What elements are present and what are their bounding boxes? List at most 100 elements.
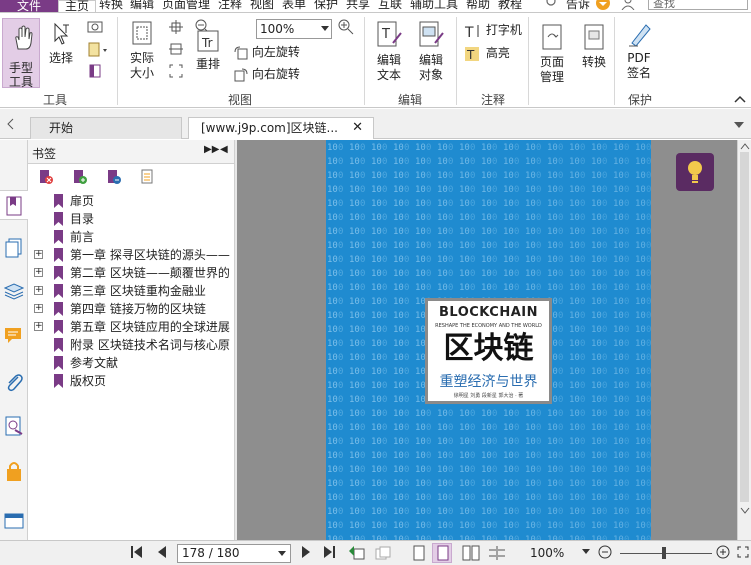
security-lock-icon[interactable] bbox=[5, 460, 23, 485]
zoom-in-icon[interactable] bbox=[338, 19, 354, 38]
bookmark-options-icon[interactable] bbox=[140, 169, 156, 185]
page-number-input[interactable]: 178 / 180 bbox=[177, 544, 291, 563]
user-icon[interactable] bbox=[620, 0, 636, 12]
menu-convert[interactable]: 转换 bbox=[99, 0, 123, 11]
zoom-slider-track[interactable] bbox=[620, 553, 712, 554]
bookmark-item[interactable]: + 第三章 区块链重构金融业 bbox=[28, 282, 234, 300]
continuous-facing-icon[interactable] bbox=[488, 545, 506, 561]
bookmark-item[interactable]: 前言 bbox=[28, 228, 234, 246]
expand-icon[interactable]: + bbox=[34, 250, 43, 259]
bookmark-item[interactable]: 目录 bbox=[28, 210, 234, 228]
typewriter-button[interactable]: T 打字机 bbox=[464, 21, 522, 41]
menu-help[interactable]: 帮助 bbox=[466, 0, 490, 11]
tab-scroll-left-icon[interactable] bbox=[6, 117, 16, 134]
bookmark-item[interactable]: + 第一章 探寻区块链的源头—— bbox=[28, 246, 234, 264]
actual-size-button[interactable]: 实际 大小 bbox=[124, 19, 160, 81]
search-input[interactable]: 查找 bbox=[648, 0, 748, 10]
facing-pages-icon[interactable] bbox=[462, 545, 480, 561]
tab-document[interactable]: [www.j9p.com]区块链... ✕ bbox=[188, 117, 374, 139]
attachments-panel-icon[interactable] bbox=[4, 372, 24, 395]
menu-form[interactable]: 表单 bbox=[282, 0, 306, 11]
expand-icon[interactable]: + bbox=[34, 268, 43, 277]
edit-object-button[interactable]: 编辑 对象 bbox=[412, 19, 450, 83]
fit-visible-icon[interactable] bbox=[168, 63, 184, 82]
expand-icon[interactable]: + bbox=[34, 286, 43, 295]
rotate-left-button[interactable]: 向左旋转 bbox=[234, 43, 300, 60]
bookmark-goto-icon[interactable] bbox=[106, 169, 122, 185]
fit-width-icon[interactable] bbox=[168, 41, 184, 60]
single-page-icon[interactable] bbox=[412, 545, 426, 561]
pages-panel-icon[interactable] bbox=[5, 238, 23, 261]
tab-list-icon[interactable] bbox=[733, 119, 745, 134]
menu-protect[interactable]: 保护 bbox=[314, 0, 338, 11]
heart-icon[interactable] bbox=[596, 0, 610, 12]
menu-view[interactable]: 视图 bbox=[250, 0, 274, 11]
menu-file[interactable]: 文件 bbox=[0, 0, 58, 12]
next-view-icon[interactable] bbox=[374, 545, 392, 561]
menu-home[interactable]: 主页 bbox=[58, 0, 96, 12]
bookmark-item[interactable]: 附录 区块链技术名词与核心原 bbox=[28, 336, 234, 354]
zoom-level[interactable]: 100% bbox=[530, 546, 564, 560]
layers-panel-icon[interactable] bbox=[3, 282, 25, 303]
previous-view-icon[interactable] bbox=[348, 545, 366, 561]
pdf-sign-button[interactable]: PDF 签名 bbox=[620, 19, 658, 81]
zoom-slider-thumb[interactable] bbox=[662, 547, 666, 559]
comments-panel-icon[interactable] bbox=[4, 326, 24, 347]
menu-connect[interactable]: 互联 bbox=[378, 0, 402, 11]
clipboard-icon[interactable] bbox=[87, 41, 109, 60]
signatures-panel-icon[interactable] bbox=[4, 416, 24, 439]
hand-tool-button[interactable]: 手型 工具 bbox=[2, 18, 40, 89]
convert-button[interactable]: 转换 bbox=[576, 23, 612, 70]
scroll-up-icon[interactable] bbox=[740, 142, 750, 150]
tab-close-icon[interactable]: ✕ bbox=[352, 118, 363, 138]
scroll-thumb[interactable] bbox=[740, 152, 749, 502]
camera-icon[interactable] bbox=[87, 19, 103, 36]
fullscreen-icon[interactable] bbox=[736, 545, 750, 559]
bookmark-item[interactable]: 参考文献 bbox=[28, 354, 234, 372]
menu-page-manage[interactable]: 页面管理 bbox=[162, 0, 210, 11]
menu-share[interactable]: 共享 bbox=[346, 0, 370, 11]
tab-start[interactable]: 开始 bbox=[30, 117, 182, 139]
expand-icon[interactable]: + bbox=[34, 322, 43, 331]
content-panel-icon[interactable] bbox=[4, 512, 24, 533]
zoom-select[interactable]: 100% bbox=[256, 19, 332, 39]
delete-bookmark-icon[interactable] bbox=[38, 169, 54, 185]
select-button[interactable]: 选择 bbox=[44, 21, 78, 66]
bookmark-item[interactable]: 扉页 bbox=[28, 192, 234, 210]
expand-panel-icon[interactable]: ▶▶ bbox=[204, 144, 219, 155]
collapse-panel-icon[interactable]: ◀ bbox=[220, 144, 228, 155]
fit-page-icon[interactable] bbox=[168, 19, 184, 38]
tips-lightbulb-button[interactable] bbox=[676, 153, 714, 191]
document-viewport[interactable]: 10 0 BLOCKCHAIN RESHAPE THE ECONOMY AND … bbox=[237, 140, 737, 540]
page-manage-button[interactable]: 页面 管理 bbox=[532, 23, 572, 85]
reflow-button[interactable]: Tr 重排 bbox=[190, 27, 226, 72]
expand-icon[interactable]: + bbox=[34, 304, 43, 313]
next-page-icon[interactable] bbox=[300, 545, 312, 559]
menu-edit[interactable]: 编辑 bbox=[130, 0, 154, 11]
zoom-in-button[interactable] bbox=[716, 545, 730, 559]
menu-tutorial[interactable]: 教程 bbox=[498, 0, 522, 11]
continuous-page-button[interactable] bbox=[432, 543, 452, 563]
rotate-right-button[interactable]: 向右旋转 bbox=[234, 65, 300, 82]
menu-accessibility[interactable]: 辅助工具 bbox=[410, 0, 458, 11]
scroll-down-icon[interactable] bbox=[740, 506, 750, 514]
edit-text-button[interactable]: T 编辑 文本 bbox=[370, 19, 408, 83]
bookmark-panel-tab[interactable] bbox=[0, 190, 28, 220]
tell-me[interactable]: 告诉 bbox=[566, 0, 590, 11]
highlight-button[interactable]: T 高亮 bbox=[464, 44, 510, 62]
zoom-out-button[interactable] bbox=[598, 545, 612, 559]
bookmark-item[interactable]: 版权页 bbox=[28, 372, 234, 390]
first-page-icon[interactable] bbox=[130, 545, 144, 559]
pdf-page[interactable]: 10 0 BLOCKCHAIN RESHAPE THE ECONOMY AND … bbox=[326, 140, 651, 540]
collapse-ribbon-icon[interactable] bbox=[734, 93, 746, 107]
vertical-scrollbar[interactable] bbox=[737, 140, 751, 540]
previous-page-icon[interactable] bbox=[156, 545, 168, 559]
bookmark-small-icon[interactable] bbox=[87, 63, 103, 82]
bookmark-item[interactable]: + 第四章 链接万物的区块链 bbox=[28, 300, 234, 318]
bookmark-item[interactable]: + 第五章 区块链应用的全球进展 bbox=[28, 318, 234, 336]
add-bookmark-icon[interactable] bbox=[72, 169, 88, 185]
bookmark-item[interactable]: + 第二章 区块链——颠覆世界的 bbox=[28, 264, 234, 282]
menu-comment[interactable]: 注释 bbox=[218, 0, 242, 11]
last-page-icon[interactable] bbox=[322, 545, 336, 559]
zoom-dropdown-icon[interactable] bbox=[582, 549, 590, 555]
